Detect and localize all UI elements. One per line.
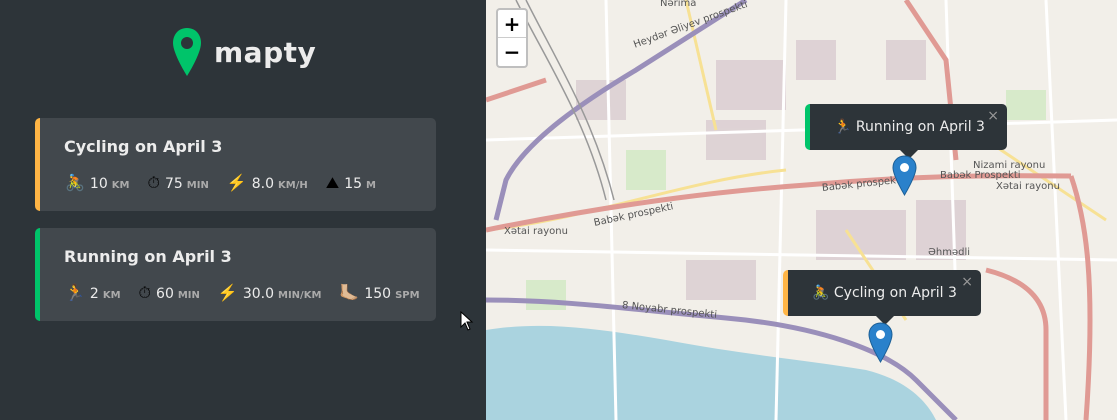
- workout-title: Cycling on April 3: [64, 137, 223, 156]
- map-label: Babək Prospekti: [940, 170, 1021, 181]
- workout-duration: ⏱ 75 min: [147, 173, 209, 192]
- zoom-in-button[interactable]: +: [498, 10, 526, 38]
- close-icon[interactable]: ×: [987, 108, 999, 124]
- close-icon[interactable]: ×: [961, 274, 973, 290]
- zoom-control: + −: [496, 8, 528, 68]
- map-label: Əhmədli: [928, 247, 971, 258]
- workout-duration: ⏱ 60 min: [138, 283, 200, 302]
- runner-icon: 🏃: [65, 283, 85, 302]
- map-pin-logo-icon: [173, 28, 201, 76]
- workout-speed: ⚡️ 8.0 km/h: [226, 173, 308, 192]
- workout-card-running[interactable]: Running on April 3 🏃 2 km ⏱ 60 min ⚡️ 30…: [35, 228, 436, 321]
- map[interactable]: Nərima Heydər Əliyev prospekti Babək pro…: [486, 0, 1117, 420]
- lightning-icon: ⚡️: [217, 283, 238, 302]
- map-marker-icon[interactable]: [892, 155, 917, 196]
- map-label: Nərima: [660, 0, 697, 9]
- popup-text: 🏃 Running on April 3: [834, 119, 985, 135]
- mouse-cursor-icon: [460, 311, 474, 331]
- map-tiles: [486, 0, 1117, 420]
- stopwatch-icon: ⏱: [138, 283, 152, 302]
- workout-details: 🚴 10 km ⏱ 75 min ⚡️ 8.0 km/h ⛰ 15 m: [65, 173, 394, 193]
- workout-details: 🏃 2 km ⏱ 60 min ⚡️ 30.0 min/km 🦶🏼 150 sp…: [65, 283, 438, 303]
- workout-distance: 🏃 2 km: [65, 283, 121, 302]
- workout-cadence: 🦶🏼 150 spm: [339, 283, 420, 302]
- bike-icon: 🚴: [65, 173, 85, 192]
- mountain-icon: ⛰: [325, 173, 340, 192]
- popup-running[interactable]: 🏃 Running on April 3 ×: [805, 104, 1007, 159]
- popup-text: 🚴 Cycling on April 3: [812, 285, 957, 301]
- workout-pace: ⚡️ 30.0 min/km: [217, 283, 322, 302]
- map-label: Nizami rayonu: [973, 160, 1046, 171]
- map-marker-icon[interactable]: [868, 322, 893, 363]
- stopwatch-icon: ⏱: [147, 173, 160, 192]
- lightning-icon: ⚡️: [226, 173, 247, 192]
- workout-title: Running on April 3: [64, 247, 232, 266]
- sidebar: mapty Cycling on April 3 🚴 10 km ⏱ 75 mi…: [0, 0, 486, 420]
- zoom-out-button[interactable]: −: [498, 38, 526, 66]
- workout-card-cycling[interactable]: Cycling on April 3 🚴 10 km ⏱ 75 min ⚡️ 8…: [35, 118, 436, 211]
- workout-distance: 🚴 10 km: [65, 173, 130, 192]
- map-label: Xətai rayonu: [996, 181, 1060, 192]
- logo: mapty: [172, 26, 316, 78]
- map-label: Xətai rayonu: [504, 226, 568, 237]
- popup-cycling[interactable]: 🚴 Cycling on April 3 ×: [783, 270, 981, 325]
- logo-text: mapty: [214, 35, 317, 69]
- foot-icon: 🦶🏼: [339, 283, 360, 302]
- workout-elevation: ⛰ 15 m: [325, 173, 376, 192]
